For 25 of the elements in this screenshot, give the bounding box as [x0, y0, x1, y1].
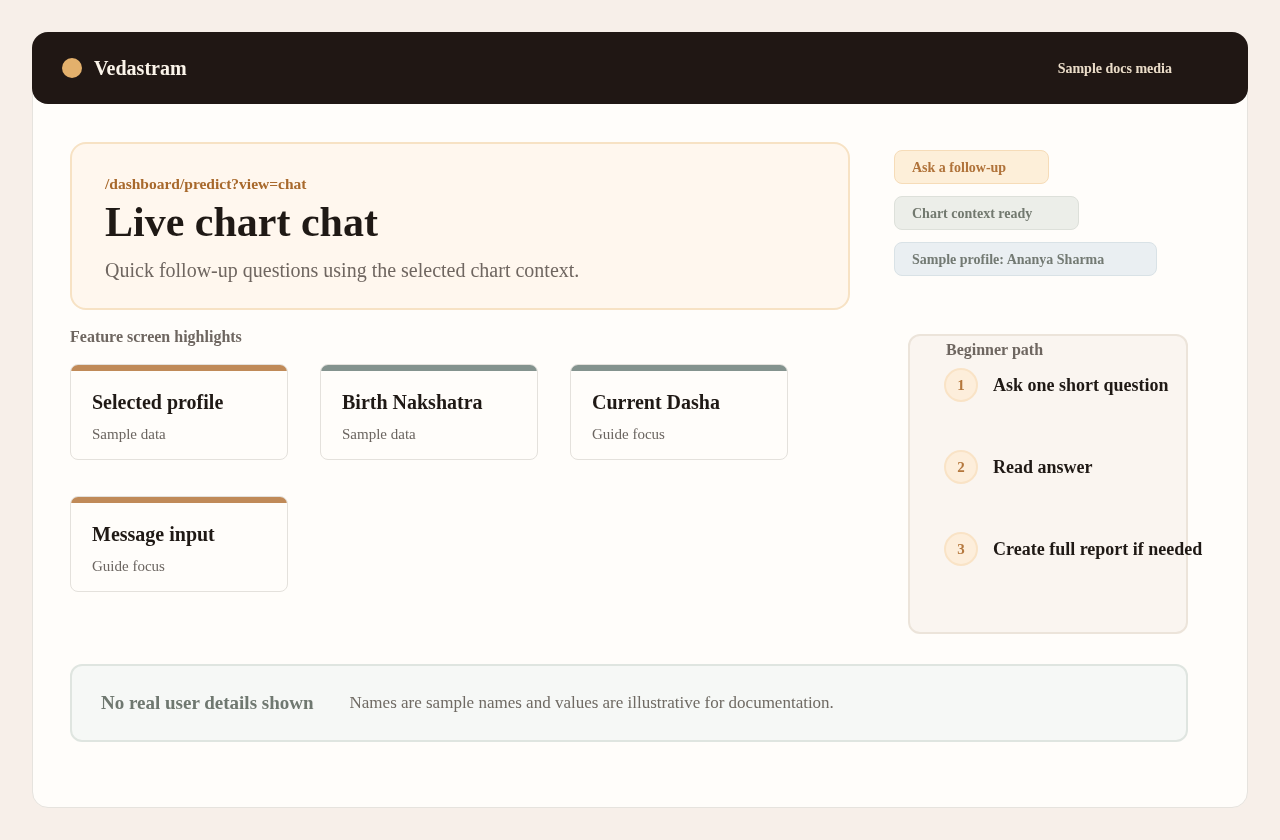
step-text: Read answer: [993, 455, 1093, 479]
section-heading: Feature screen highlights: [70, 327, 242, 347]
status-chip: Sample profile: Ananya Sharma: [894, 242, 1158, 276]
step-number: 3: [944, 532, 978, 566]
route-path: /dashboard/predict?view=chat: [105, 174, 307, 194]
card-note: Sample data: [342, 425, 416, 444]
card-note: Sample data: [92, 425, 166, 444]
step-number: 2: [944, 450, 978, 484]
card-note: Guide focus: [92, 557, 165, 576]
notice-title: No real user details shown: [101, 690, 314, 715]
card-title: Selected profile: [92, 390, 224, 414]
brand-name: Vedastram: [94, 56, 187, 81]
card-title: Birth Nakshatra: [342, 390, 483, 414]
step-text: Ask one short question: [993, 373, 1169, 397]
step-text: Create full report if needed: [993, 537, 1203, 561]
step-number: 1: [944, 368, 978, 402]
card-title: Current Dasha: [592, 390, 720, 414]
nav-link[interactable]: Sample docs media: [1057, 57, 1172, 79]
panel-heading: Beginner path: [946, 340, 1044, 360]
status-chip: Chart context ready: [894, 196, 1080, 230]
notice-text: Names are sample names and values are illustrative for documentation.: [349, 692, 834, 715]
page-subtitle: Quick follow-up questions using the selected chart context.: [105, 258, 580, 282]
page-title: Live chart chat: [105, 198, 378, 247]
card-note: Guide focus: [592, 425, 665, 444]
card-title: Message input: [92, 522, 215, 546]
